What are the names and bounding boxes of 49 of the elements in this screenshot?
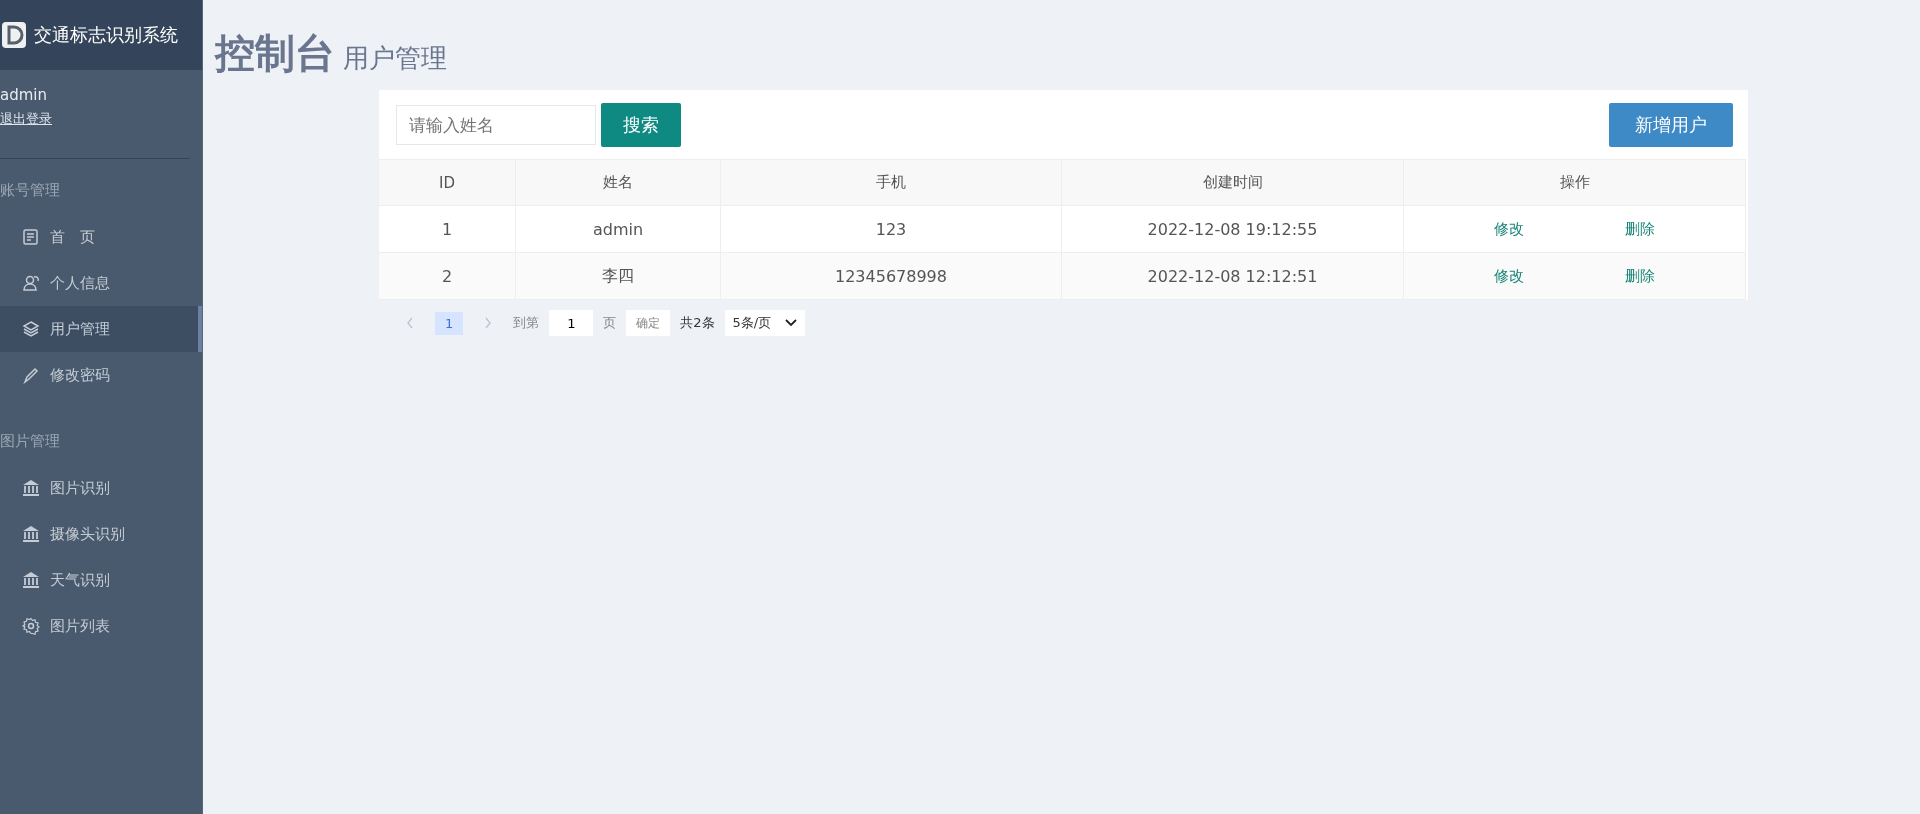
menu-item[interactable]: 天气识别 <box>0 557 202 603</box>
column-header: 操作 <box>1404 159 1746 206</box>
app-title: 交通标志识别系统 <box>34 23 178 47</box>
bank-icon <box>22 525 40 543</box>
menu-item[interactable]: 个人信息 <box>0 260 202 306</box>
confirm-button[interactable]: 确定 <box>626 310 671 336</box>
page-subtitle: 用户管理 <box>343 42 447 75</box>
menu-item[interactable]: 图片列表 <box>0 603 202 649</box>
table-cell: 李四 <box>516 253 721 300</box>
logout-link[interactable]: 退出登录 <box>0 110 52 128</box>
goto-label: 到第 <box>513 314 540 332</box>
menu-item[interactable]: 用户管理 <box>0 306 202 352</box>
add-user-button[interactable]: 新增用户 <box>1609 102 1733 147</box>
previous-page-icon[interactable] <box>405 316 415 330</box>
column-header: ID <box>379 159 516 206</box>
table-cell: 12345678998 <box>721 253 1062 300</box>
edit-link[interactable]: 修改 <box>1494 266 1525 286</box>
menu-item[interactable]: 首 页 <box>0 214 202 260</box>
settings-icon <box>22 617 40 635</box>
menu-item[interactable]: 图片识别 <box>0 465 202 511</box>
page-input[interactable]: 1 <box>549 310 594 336</box>
menu-item[interactable]: 摄像头识别 <box>0 511 202 557</box>
page-title: 控制台 <box>215 29 335 78</box>
edit-link[interactable]: 修改 <box>1494 219 1525 239</box>
column-header: 手机 <box>721 159 1062 206</box>
table-cell: 2 <box>379 253 516 300</box>
page-size-select[interactable]: 5条/页 <box>724 310 806 336</box>
layers-icon <box>22 320 40 338</box>
delete-link[interactable]: 删除 <box>1624 266 1655 286</box>
username: admin <box>0 86 47 104</box>
column-header: 姓名 <box>516 159 721 206</box>
total-count: 共2条 <box>680 314 715 332</box>
caret-icon <box>785 319 798 327</box>
users-icon <box>22 274 40 292</box>
page-number[interactable]: 1 <box>435 311 464 335</box>
menu-item[interactable]: 修改密码 <box>0 352 202 398</box>
search-field[interactable]: 请输入姓名 <box>396 104 596 145</box>
bank-icon <box>22 571 40 589</box>
delete-link[interactable]: 删除 <box>1624 219 1655 239</box>
menu-group-title: 账号管理 <box>0 180 61 201</box>
column-header: 创建时间 <box>1062 159 1404 206</box>
table-cell: 2022-12-08 12:12:51 <box>1062 253 1404 300</box>
menu-group-title: 图片管理 <box>0 431 61 452</box>
bank-icon <box>22 479 40 497</box>
search-button[interactable]: 搜索 <box>601 102 681 147</box>
document-icon <box>22 228 40 246</box>
pen-icon <box>22 366 40 384</box>
page-unit-label: 页 <box>603 314 617 332</box>
logo-icon <box>2 22 26 48</box>
